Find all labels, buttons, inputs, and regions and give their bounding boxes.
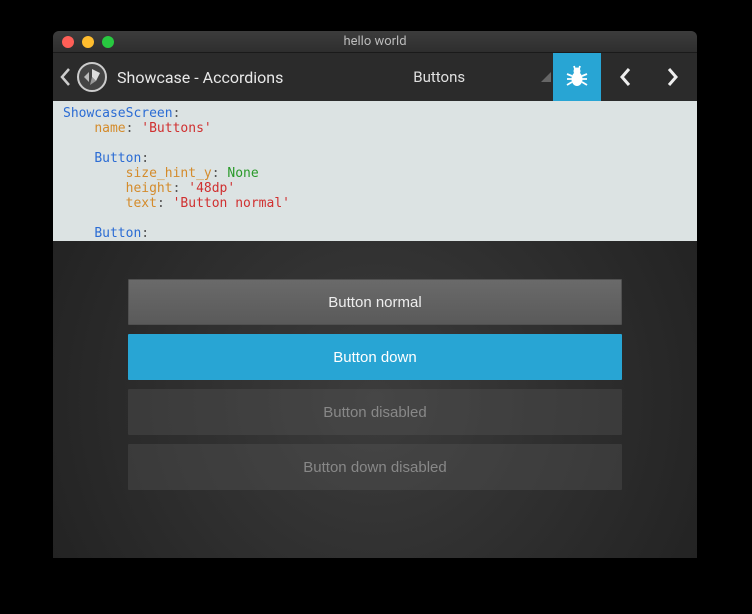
source-code-pane[interactable]: ShowcaseScreen: name: 'Buttons' Button: … bbox=[53, 101, 697, 241]
window-title: hello world bbox=[343, 34, 406, 49]
dropdown-triangle-icon bbox=[541, 72, 551, 82]
traffic-lights bbox=[53, 36, 114, 48]
button-disabled: Button disabled bbox=[128, 389, 622, 435]
action-bar: Showcase - Accordions Buttons bbox=[53, 53, 697, 101]
app-logo-icon[interactable] bbox=[77, 62, 107, 92]
source-toggle-button[interactable] bbox=[553, 53, 601, 101]
chevron-left-icon bbox=[618, 66, 632, 88]
chevron-right-icon bbox=[666, 66, 680, 88]
minimize-icon[interactable] bbox=[82, 36, 94, 48]
button-down[interactable]: Button down bbox=[128, 334, 622, 380]
prev-button[interactable] bbox=[601, 53, 649, 101]
app-window: hello world Showcase - Accordions Button… bbox=[53, 31, 697, 558]
back-button[interactable] bbox=[53, 67, 77, 87]
maximize-icon[interactable] bbox=[102, 36, 114, 48]
demo-content: Button normal Button down Button disable… bbox=[53, 241, 697, 558]
chevron-left-icon bbox=[59, 67, 71, 87]
header-title: Showcase - Accordions bbox=[117, 68, 283, 87]
next-button[interactable] bbox=[649, 53, 697, 101]
button-normal[interactable]: Button normal bbox=[128, 279, 622, 325]
close-icon[interactable] bbox=[62, 36, 74, 48]
screen-spinner[interactable]: Buttons bbox=[337, 68, 541, 86]
bug-icon bbox=[564, 64, 590, 90]
titlebar: hello world bbox=[53, 31, 697, 53]
button-down-disabled: Button down disabled bbox=[128, 444, 622, 490]
spinner-label: Buttons bbox=[413, 68, 465, 86]
